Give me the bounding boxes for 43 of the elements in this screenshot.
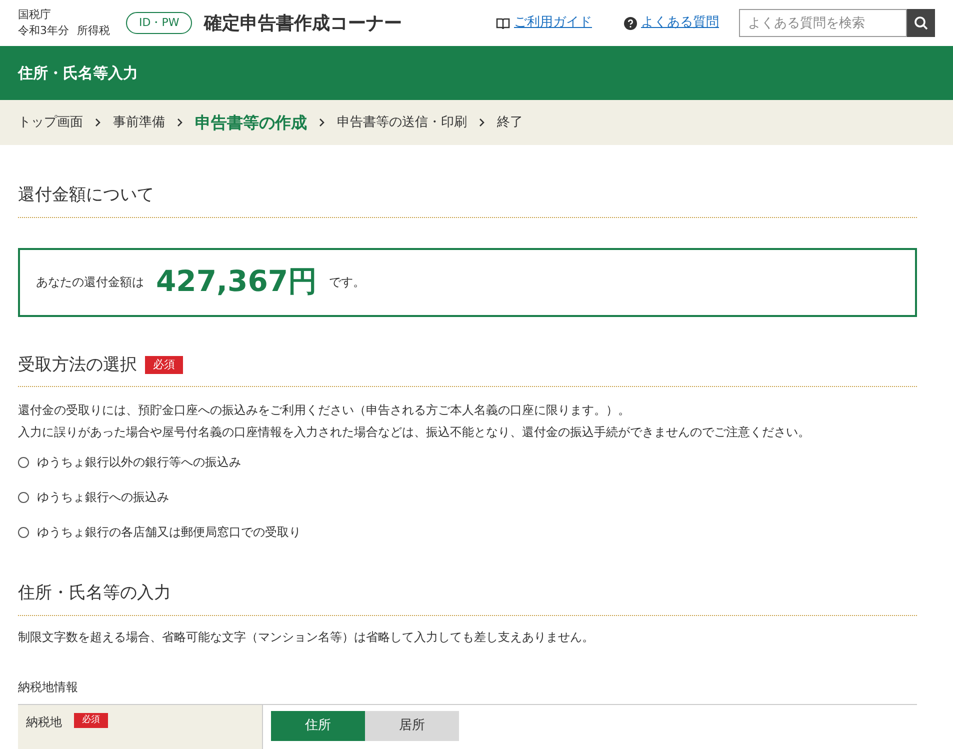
guide-link[interactable]: ご利用ガイド [514,13,592,33]
toggle-tab[interactable]: 居所 [365,710,459,740]
notice-text: 入力に誤りがあった場合や屋号付名義の口座情報を入力された場合などは、振込不能となり、還付金の振込手続ができませんのでご注意ください。 [18,424,811,441]
search-field[interactable]: よくある質問を検索 [739,9,907,37]
radio-button[interactable] [18,456,29,468]
radio-button[interactable] [18,492,29,502]
radio-label: ゆうちょ銀行への振込み [37,489,169,506]
breadcrumb-step: 申告書等の作成 [195,110,307,134]
year-label: 令和3年分 [18,23,69,39]
app-title: 確定申告書作成コーナー [204,12,402,36]
toggle-tab[interactable]: 住所 [271,710,365,740]
required-badge: 必須 [145,356,183,374]
refund-suffix: です。 [329,274,366,291]
refund-amount: 427,367円 [156,263,318,300]
chevron-icon [177,118,183,127]
chevron-icon [95,118,101,127]
agency-label: 国税庁 [18,7,52,23]
chevron-icon [319,118,325,127]
mode-badge: ID・PW [126,12,192,34]
breadcrumb-step: 申告書等の送信・印刷 [337,112,467,132]
search-icon [914,16,928,30]
help-icon [624,16,637,30]
radio-label: ゆうちょ銀行以外の銀行等への振込み [37,454,241,471]
required-badge: 必須 [74,712,108,728]
page-title: 住所・氏名等入力 [18,62,138,84]
radio-button[interactable] [18,526,29,538]
field-label: 納税地 [26,714,62,730]
search-button[interactable] [907,9,935,37]
book-icon [496,16,510,30]
tax-label: 所得税 [77,23,110,39]
section-heading: 還付金額について [18,185,154,205]
breadcrumb-step: 終了 [497,112,523,132]
breadcrumb-step: トップ画面 [18,112,83,132]
section-heading: 受取方法の選択 [18,354,137,376]
notice-text: 制限文字数を超える場合、省略可能な文字（マンション名等）は省略して入力しても差し支えありません。 [18,628,595,646]
breadcrumb-step: 事前準備 [113,112,165,132]
faq-link[interactable]: よくある質問 [641,13,719,33]
subsection-label: 納税地情報 [18,678,79,696]
chevron-icon [479,118,485,127]
section-heading: 住所・氏名等の入力 [18,583,171,603]
refund-prefix: あなたの還付金額は [36,274,144,291]
radio-label: ゆうちょ銀行の各店舗又は郵便局窓口での受取り [37,524,301,541]
notice-text: 還付金の受取りには、預貯金口座への振込みをご利用ください（申告される方ご本人名義の口座に限ります。）。 [18,402,631,419]
